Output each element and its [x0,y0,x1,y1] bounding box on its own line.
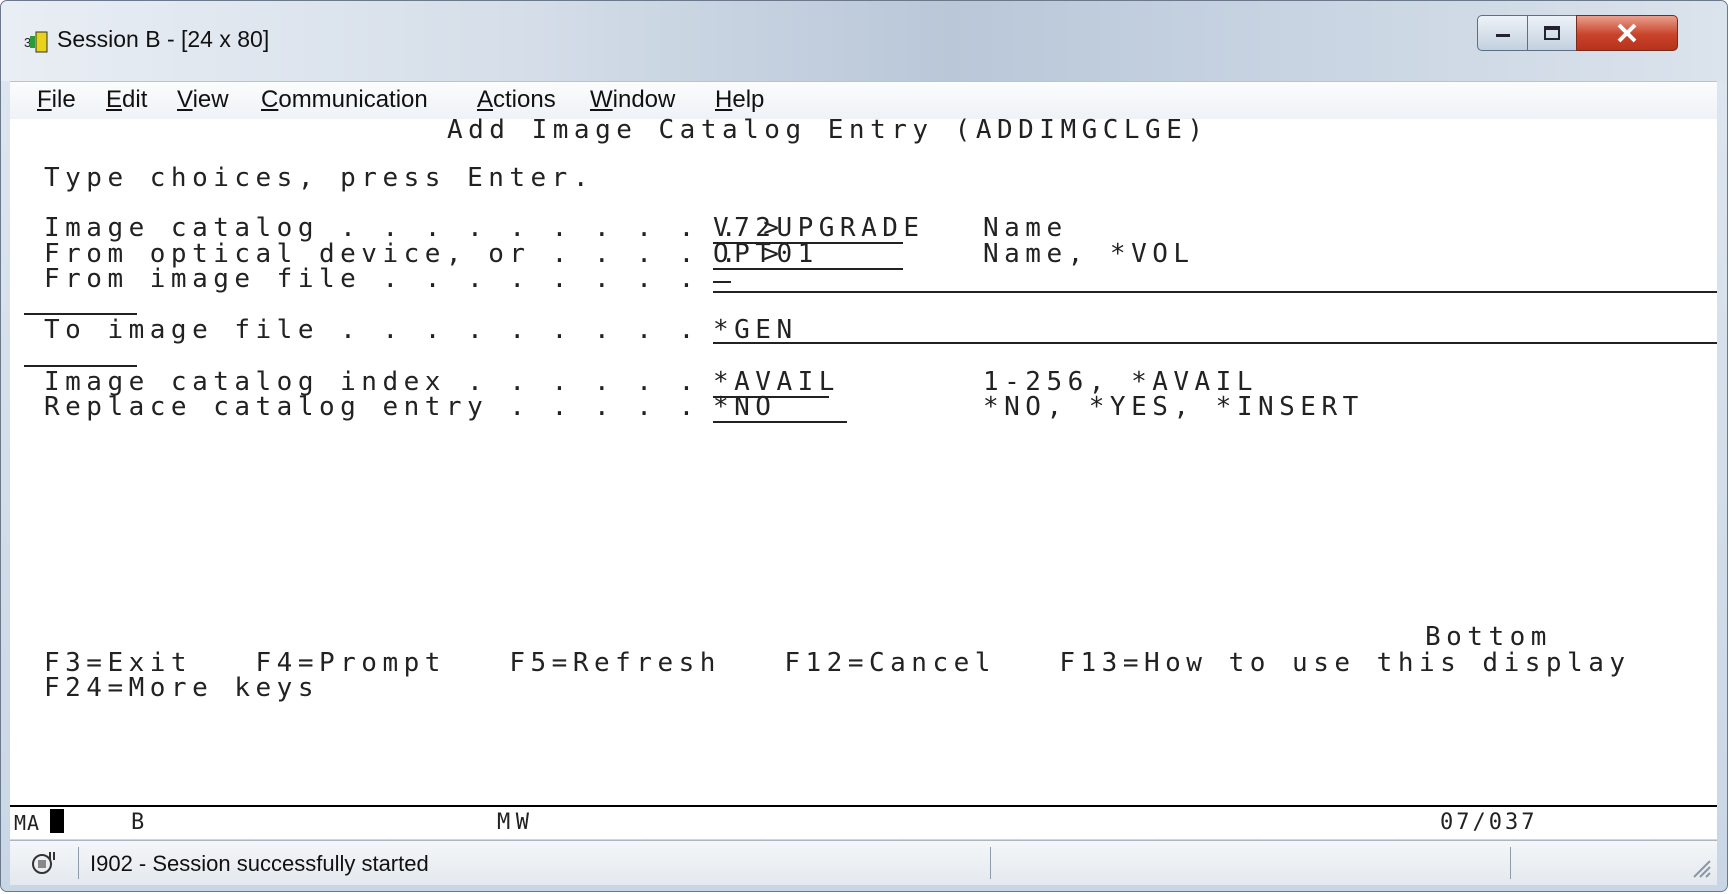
oia-session-id: B [131,810,150,835]
screen-instruction: Type choices, press Enter. [44,163,594,193]
close-button[interactable] [1576,15,1678,51]
text-cursor [713,281,731,283]
param-label-to-image-file: To image file . . . . . . . . . [44,315,700,345]
operator-info-area: MA B MW 07/037 [10,807,1717,839]
menu-edit[interactable]: Edit [106,86,147,114]
function-keys-line-2: F24=More keys [44,673,319,703]
connection-status-icon [32,852,55,874]
image-catalog-hint: Name [983,213,1068,243]
menu-window-mnemonic: W [590,86,613,113]
minimize-icon [1495,34,1510,37]
param-label-image-catalog: Image catalog . . . . . . . . . . > [44,213,785,243]
resize-grip-icon[interactable] [1690,857,1712,879]
minimize-button[interactable] [1477,15,1528,51]
more-indicator: Bottom [1425,622,1552,652]
from-image-file-field[interactable] [713,265,1717,293]
title-bar[interactable]: 3 Session B - [24 x 80] [1,1,1727,81]
menu-communication[interactable]: Communication [261,86,428,114]
menu-communication-mnemonic: C [261,86,279,113]
menu-help-mnemonic: H [715,86,733,113]
param-label-replace-entry: Replace catalog entry . . . . . [44,392,700,422]
oia-input-inhibit-block [50,809,64,833]
menu-edit-mnemonic: E [106,86,123,113]
menu-file-mnemonic: F [37,86,52,113]
replace-entry-hint: *NO, *YES, *INSERT [983,392,1364,422]
menu-window-label: indow [612,86,676,113]
screen-title: Add Image Catalog Entry (ADDIMGCLGE) [447,115,1209,145]
menu-view-mnemonic: V [177,86,193,113]
replace-entry-field[interactable]: *NO [713,393,847,423]
session-app-icon: 3 [24,31,48,53]
status-separator-2 [990,847,991,879]
menu-file[interactable]: File [37,86,76,114]
menu-view-label: iew [192,86,229,113]
oia-mode: MW [497,810,535,835]
status-separator-3 [1510,847,1511,879]
menu-actions-label: ctions [493,86,556,113]
menu-file-label: ile [51,86,76,113]
to-image-file-field[interactable]: *GEN [713,316,1717,344]
menu-view[interactable]: View [177,86,229,114]
status-message: I902 - Session successfully started [90,851,429,876]
maximize-button[interactable] [1527,15,1577,51]
menu-help[interactable]: Help [715,86,764,114]
emulator-screen[interactable]: Add Image Catalog Entry (ADDIMGCLGE) Typ… [10,115,1717,807]
status-separator [78,847,79,879]
oia-indicator: MA [14,811,41,835]
oia-cursor-position: 07/037 [1440,810,1538,835]
menu-actions-mnemonic: A [477,86,494,113]
menu-window[interactable]: Window [590,86,675,114]
param-label-from-image-file: From image file . . . . . . . . [44,264,700,294]
maximize-icon [1544,26,1560,40]
optical-device-hint: Name, *VOL [983,239,1195,269]
menu-edit-label: dit [122,86,148,113]
close-icon [1617,23,1637,43]
terminal-window: 3 Session B - [24 x 80] File Edit View C… [0,0,1728,892]
status-bar: I902 - Session successfully started [10,840,1717,885]
window-title: Session B - [24 x 80] [57,26,270,52]
menu-actions[interactable]: Actions [477,86,556,114]
menu-help-label: elp [732,86,765,113]
menu-communication-label: ommunication [278,86,428,113]
